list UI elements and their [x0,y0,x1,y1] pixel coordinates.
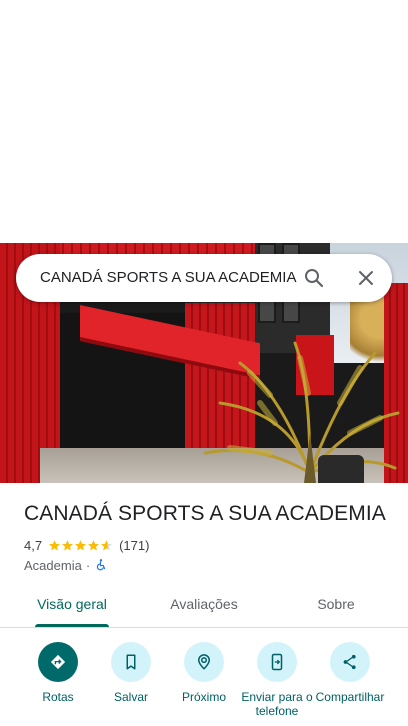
star-rating [48,539,113,552]
tab-indicator [35,624,109,627]
tab-about[interactable]: Sobre [296,586,376,628]
share-button[interactable]: Compartilhar [315,642,385,726]
save-label: Salvar [113,690,148,704]
nearby-icon [197,654,211,670]
place-title: CANADÁ SPORTS A SUA ACADEMIA [24,502,386,525]
place-category: Academia [24,557,82,573]
star-half-icon [101,539,112,550]
directions-button[interactable]: Rotas [23,642,93,726]
close-icon[interactable] [354,266,378,290]
star-icon [49,539,60,550]
nearby-label: Próximo [181,690,226,704]
share-label: Compartilhar [315,690,385,704]
review-count: (171) [119,537,150,553]
tab-bar: Visão geral Avaliações Sobre [0,586,408,628]
category-row: Academia · [24,555,108,575]
send-to-phone-icon [271,653,283,671]
tab-overview[interactable]: Visão geral [28,586,116,628]
share-icon [343,654,356,670]
nearby-button[interactable]: Próximo [169,642,239,726]
blank-area [0,0,408,243]
star-icon [62,539,73,550]
star-icon [88,539,99,550]
search-icon[interactable] [302,266,326,290]
search-bar[interactable]: CANADÁ SPORTS A SUA ACADEMIA [16,254,392,302]
wheelchair-icon [97,559,106,571]
rating-row[interactable]: 4,7 (171) [24,535,149,555]
star-icon [75,539,86,550]
directions-label: Rotas [42,690,74,704]
directions-icon [50,654,66,670]
separator-dot: · [85,557,91,573]
save-button[interactable]: Salvar [96,642,166,726]
rating-value: 4,7 [24,537,43,553]
tab-reviews[interactable]: Avaliações [160,586,248,628]
bookmark-icon [126,654,136,670]
send-to-phone-button[interactable]: Enviar para o telefone [241,642,313,726]
send-to-phone-label: Enviar para o telefone [241,690,313,718]
search-input[interactable]: CANADÁ SPORTS A SUA ACADEMIA [40,254,296,302]
